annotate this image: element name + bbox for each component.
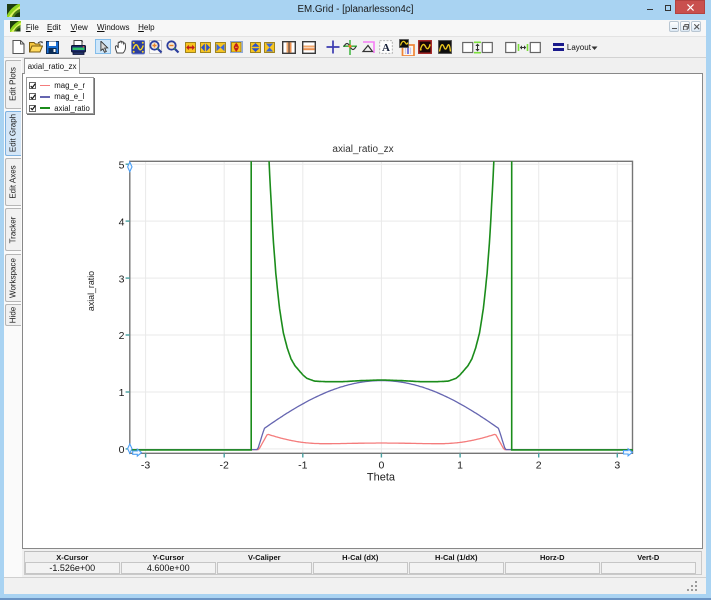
svg-text:0: 0 — [378, 459, 384, 471]
svg-text:3: 3 — [614, 459, 620, 471]
svg-text:-2: -2 — [220, 459, 229, 471]
svg-text:1: 1 — [119, 387, 125, 399]
svg-text:4: 4 — [119, 216, 125, 228]
svg-text:5: 5 — [119, 159, 125, 171]
svg-text:1: 1 — [457, 459, 463, 471]
svg-text:-1: -1 — [298, 459, 307, 471]
svg-text:2: 2 — [536, 459, 542, 471]
svg-text:Theta: Theta — [367, 471, 396, 483]
svg-text:axial_ratio: axial_ratio — [86, 271, 96, 311]
svg-text:2: 2 — [119, 330, 125, 342]
svg-text:0: 0 — [119, 444, 125, 456]
svg-text:axial_ratio_zx: axial_ratio_zx — [332, 144, 393, 155]
svg-text:-3: -3 — [141, 459, 150, 471]
svg-text:3: 3 — [119, 273, 125, 285]
